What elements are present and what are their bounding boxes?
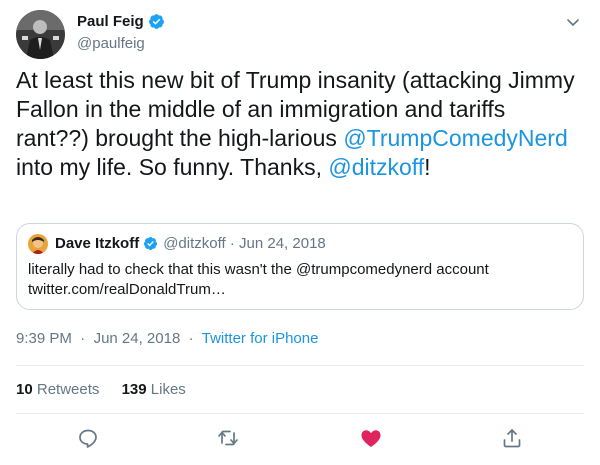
verified-badge-icon	[144, 236, 158, 251]
tweet-time[interactable]: 9:39 PM	[16, 330, 72, 347]
quoted-author-avatar[interactable]	[28, 234, 48, 254]
reply-icon[interactable]	[76, 426, 100, 450]
divider	[16, 413, 584, 414]
meta-separator: ·	[188, 330, 194, 347]
tweet-text-part: !	[424, 154, 431, 180]
tweet-meta: 9:39 PM · Jun 24, 2018 · Twitter for iPh…	[16, 330, 318, 347]
tweet-text: At least this new bit of Trump insanity …	[16, 66, 582, 182]
tweet-stats: 10 Retweets 139 Likes	[16, 381, 204, 398]
quoted-text-line: literally had to check that this wasn't …	[28, 261, 489, 278]
chevron-down-icon[interactable]	[565, 14, 581, 30]
retweets-label: Retweets	[36, 381, 100, 398]
verified-badge-icon	[148, 14, 164, 29]
likes-label: Likes	[150, 381, 186, 398]
author-name-row[interactable]: Paul Feig	[77, 13, 165, 30]
share-icon[interactable]	[500, 426, 524, 450]
quoted-separator: ·	[229, 235, 235, 252]
likes-stat[interactable]: 139 Likes	[122, 381, 186, 398]
mention-link[interactable]: @ditzkoff	[328, 154, 424, 180]
quoted-display-name[interactable]: Dave Itzkoff	[55, 235, 139, 252]
quoted-header: Dave Itzkoff @ditzkoff · Jun 24, 2018	[55, 235, 326, 252]
tweet-card: Paul Feig @paulfeig At least this new bi…	[0, 0, 600, 465]
divider	[16, 365, 584, 366]
likes-count: 139	[121, 381, 147, 398]
tweet-date[interactable]: Jun 24, 2018	[94, 330, 181, 347]
meta-separator: ·	[80, 330, 86, 347]
like-icon[interactable]	[359, 426, 383, 450]
author-display-name[interactable]: Paul Feig	[77, 13, 144, 30]
quoted-text-line: twitter.com/realDonaldTrum…	[28, 281, 226, 298]
retweets-count: 10	[16, 381, 33, 398]
author-handle[interactable]: @paulfeig	[77, 35, 145, 52]
quoted-date[interactable]: Jun 24, 2018	[239, 235, 326, 252]
quoted-text: literally had to check that this wasn't …	[28, 260, 568, 300]
tweet-source-link[interactable]: Twitter for iPhone	[202, 330, 319, 347]
retweets-stat[interactable]: 10 Retweets	[16, 381, 99, 398]
quoted-handle[interactable]: @ditzkoff	[163, 235, 225, 252]
tweet-text-part: into my life. So funny. Thanks,	[16, 154, 329, 180]
author-avatar[interactable]	[16, 10, 65, 59]
mention-link[interactable]: @TrumpComedyNerd	[343, 125, 567, 151]
retweet-icon[interactable]	[216, 426, 240, 450]
quoted-tweet[interactable]: Dave Itzkoff @ditzkoff · Jun 24, 2018 li…	[16, 223, 584, 310]
